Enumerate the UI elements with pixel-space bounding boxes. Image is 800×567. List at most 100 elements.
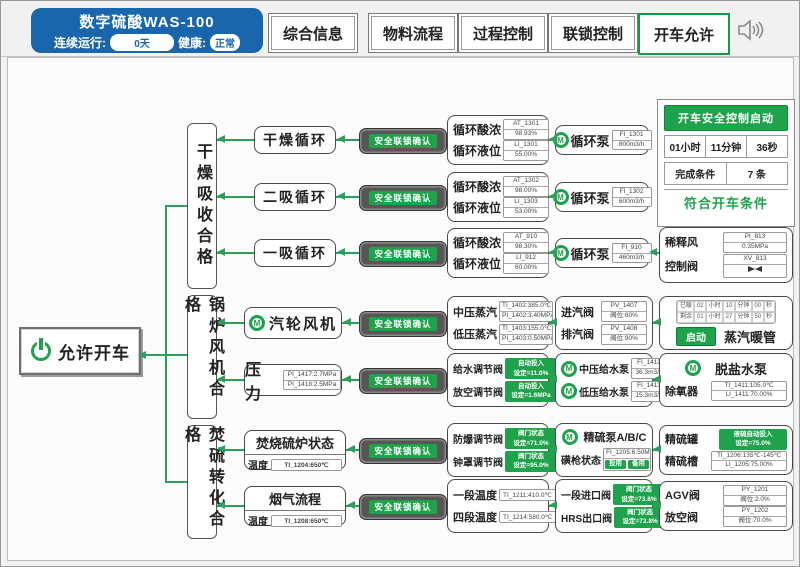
condition-box-turbine-fan: M 汽轮风机 xyxy=(244,307,342,339)
circulation-pump-box: M 循环泵 FI_1302600m3/h xyxy=(555,182,649,212)
condition-counter-label: 完成条件 xyxy=(665,163,726,184)
interlock-confirm-badge[interactable]: 安全联锁确认 xyxy=(359,128,447,154)
arrow-icon xyxy=(337,192,345,200)
arrow-icon xyxy=(217,445,225,453)
valve-status-tag: 阀门状态设定=95.0% xyxy=(505,451,557,472)
warmup-timer: 已暖02小时10分钟00秒 剩余01小时27分钟50秒 xyxy=(676,300,775,324)
condition-box-dry-cycle: 干燥循环 xyxy=(254,126,336,154)
arrow-icon xyxy=(217,192,225,200)
arrow-icon xyxy=(653,501,661,509)
arrow-icon xyxy=(217,318,225,326)
arrow-icon xyxy=(217,248,225,256)
feedwater-valve-box: 给水调节阀自动投入设定=11.0% 放空调节阀自动投入设定=1.6MPa xyxy=(447,353,549,407)
nav-button-permit[interactable]: 开车允许 xyxy=(638,13,730,55)
tag-readout: LI_130353.00% xyxy=(503,197,549,218)
acid-level-box: 循环酸浓AT_91098.30% 循环液位LI_91260.00% xyxy=(447,228,549,278)
condition-box-first-absorb: 一吸循环 xyxy=(254,239,336,267)
tag-readout: LI_130155.00% xyxy=(503,140,549,161)
steam-warmup-label: 蒸汽暖管 xyxy=(724,327,776,346)
gun-status-pill: 投用 xyxy=(605,460,626,469)
circulation-pump-box: M 循环泵 FI_1301800m3/h xyxy=(555,125,649,155)
tag-readout: TI_1411:105.0℃LI_1411:70.00% xyxy=(711,381,787,402)
interlock-confirm-badge[interactable]: 安全联锁确认 xyxy=(359,438,447,464)
arrow-icon xyxy=(347,501,355,509)
tag-readout: TI_1211:410.0℃ xyxy=(499,489,556,501)
nav-button-interlock[interactable]: 联锁控制 xyxy=(548,13,638,53)
interlock-confirm-badge[interactable]: 安全联锁确认 xyxy=(359,185,447,211)
runtime-label: 连续运行: xyxy=(54,34,106,51)
arrow-icon xyxy=(653,318,661,326)
interlock-confirm-badge[interactable]: 安全联锁确认 xyxy=(359,368,447,394)
circulation-pump-box: M 循环泵 FI_910460m3/h xyxy=(555,238,649,268)
permit-start-button[interactable]: 允许开车 xyxy=(19,327,141,375)
runtime-value: 0天 xyxy=(110,34,174,51)
motor-icon: M xyxy=(561,383,577,399)
arrow-icon xyxy=(549,135,557,143)
acid-level-box: 循环酸浓AT_130298.00% 循环液位LI_130353.00% xyxy=(447,172,549,222)
interlock-confirm-badge[interactable]: 安全联锁确认 xyxy=(359,494,447,520)
flow-line xyxy=(165,205,187,207)
tag-readout: TI_1204:650℃ xyxy=(271,459,342,471)
desalt-pump-deaerator-box: M脱盐水泵 除氧器TI_1411:105.0℃LI_1411:70.00% xyxy=(659,353,793,407)
arrow-icon xyxy=(549,445,557,453)
tag-readout: XV_813 xyxy=(723,254,787,278)
tag-readout: PI_8130.35MPa xyxy=(723,232,787,253)
steam-valve-box: 进汽阀PV_1407阀位:60% 排汽阀PV_1408阀位:90% xyxy=(555,296,653,350)
stage-valve-box: 一段进口阀阀门状态设定=73.8% HRS出口阀阀门状态设定=73.8% xyxy=(555,479,653,533)
arrow-icon xyxy=(549,248,557,256)
agv-vent-valve-box: AGV阀PY_1201阀位:2.0% 放空阀PY_1202阀位:70.0% xyxy=(659,481,793,531)
tag-readout: TI_1206:135℃-145℃LI_1205:75.00% xyxy=(711,451,787,472)
tag-readout: PY_1201阀位:2.0% xyxy=(723,485,787,506)
flow-bus-line xyxy=(165,205,167,483)
steam-warmup-box: 已暖02小时10分钟00秒 剩余01小时27分钟50秒 启动 蒸汽暖管 xyxy=(659,296,793,350)
tag-readout: FI_1302600m3/h xyxy=(612,187,652,208)
arrow-icon xyxy=(649,248,657,256)
motor-icon: M xyxy=(249,315,265,331)
gun-status-pill: 备用 xyxy=(628,460,649,469)
arrow-icon xyxy=(653,445,661,453)
tag-readout: PY_1202阀位:70.0% xyxy=(723,506,787,527)
arrow-icon xyxy=(217,375,225,383)
auto-status-tag: 液硫自动投入设定=75.0% xyxy=(719,429,787,450)
furnace-valve-box: 防爆调节阀阀门状态设定=71.0% 钟罩调节阀阀门状态设定=95.0% xyxy=(447,423,549,477)
nav-button-material[interactable]: 物料流程 xyxy=(368,13,458,53)
condition-counter: 完成条件 7 条 xyxy=(664,162,788,185)
condition-box-pressure: 压力 PI_1417:2.7MPaPI_1418:2.5MPa xyxy=(244,364,342,396)
tag-readout: LI_91260.00% xyxy=(503,253,549,274)
group-sulfur-convert: 焚硫转化合格 xyxy=(187,425,217,539)
arrow-icon xyxy=(217,135,225,143)
arrow-icon xyxy=(337,135,345,143)
interlock-confirm-badge[interactable]: 安全联锁确认 xyxy=(359,241,447,267)
arrow-icon xyxy=(549,192,557,200)
speaker-icon[interactable] xyxy=(737,18,765,47)
motor-icon: M xyxy=(685,360,701,376)
nav-button-info[interactable]: 综合信息 xyxy=(268,13,358,53)
tag-readout: AT_91098.30% xyxy=(503,232,549,253)
arrow-icon xyxy=(337,248,345,256)
interlock-confirm-badge[interactable]: 安全联锁确认 xyxy=(359,311,447,337)
timer-seconds: 36秒 xyxy=(746,136,787,157)
startup-safety-control-button[interactable]: 开车安全控制启动 xyxy=(664,105,788,131)
arrow-icon xyxy=(343,318,351,326)
condition-counter-value: 7 条 xyxy=(726,163,788,184)
motor-icon: M xyxy=(562,429,578,445)
arrow-icon xyxy=(653,375,661,383)
arrow-icon xyxy=(549,318,557,326)
startup-control-panel: 开车安全控制启动 01小时 11分钟 36秒 完成条件 7 条 符合开车条件 xyxy=(657,99,795,227)
sulfur-gun-readout: FI_1205:6.50M3/h 投用备用 xyxy=(603,448,651,471)
dilution-air-box: 稀释风PI_8130.35MPa 控制阀XV_813 xyxy=(659,227,793,283)
group-dry-absorb: 干燥吸收合格 xyxy=(187,123,217,289)
startup-timer: 01小时 11分钟 36秒 xyxy=(664,135,788,158)
nav-button-process[interactable]: 过程控制 xyxy=(458,13,548,53)
tag-readout: TI_1403:155.0℃PI_1403:0.50MPa xyxy=(499,324,553,345)
arrow-icon xyxy=(347,445,355,453)
tag-readout: TI_1208:650℃ xyxy=(271,515,342,527)
steam-warmup-start-button[interactable]: 启动 xyxy=(676,327,716,346)
hmi-startup-permission-screen: 数字硫酸WAS-100 连续运行: 0天 健康: 正常 综合信息 物料流程 过程… xyxy=(0,0,800,567)
valve-icon xyxy=(724,264,786,277)
sulfur-tank-box: 精硫罐液硫自动投入设定=75.0% 精硫槽TI_1206:135℃-145℃LI… xyxy=(659,425,793,475)
tag-readout: PI_1417:2.7MPaPI_1418:2.5MPa xyxy=(283,370,341,391)
sulfur-pump-box: M精硫泵A/B/C 磺枪状态 FI_1205:6.50M3/h 投用备用 xyxy=(555,423,653,477)
app-header-card: 数字硫酸WAS-100 连续运行: 0天 健康: 正常 xyxy=(31,8,263,53)
motor-icon: M xyxy=(561,361,577,377)
